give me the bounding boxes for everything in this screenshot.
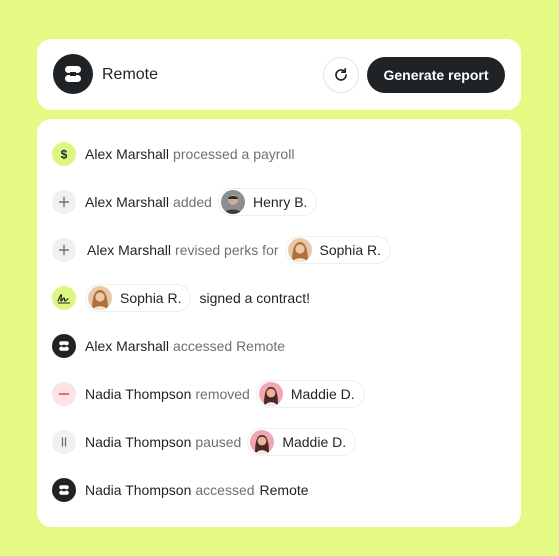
actor-name: Nadia Thompson [85,386,192,402]
activity-verb: accessed [195,482,255,498]
header-card: Remote Generate report [37,39,521,110]
activity-item: Nadia Thompson paused Maddie D. [52,428,357,456]
activity-item: Nadia Thompson removed Maddie D. [52,380,365,408]
avatar [258,382,283,406]
target-app: Remote [259,482,309,498]
activity-item: Alex Marshall revised perks for Sophia R… [52,236,391,264]
person-chip[interactable]: Sophia R. [85,284,192,312]
remote-logo-icon [52,478,76,502]
remote-logo-icon [52,334,76,358]
svg-text:$: $ [61,148,68,162]
activity-item: $ Alex Marshall processed a payroll [52,141,300,167]
actor-name: Alex Marshall [85,146,170,162]
person-name: Maddie D. [290,386,355,402]
actor-name: Alex Marshall [87,242,172,258]
app-name: Remote [102,66,159,83]
avatar [88,286,112,310]
avatar [220,190,245,214]
minus-icon [52,382,76,406]
activity-verb: accessed Remote [173,338,286,354]
activity-item: Sophia R. signed a contract! [52,284,316,312]
actor-name: Nadia Thompson [85,434,192,450]
pause-icon [52,430,76,454]
dollar-icon: $ [52,142,76,166]
person-chip[interactable]: Sophia R. [284,236,391,264]
actor-name: Alex Marshall [85,194,170,210]
activity-item: Alex Marshall added Henry B. [52,188,318,216]
plus-icon [52,190,76,214]
activity-verb: revised perks for [175,242,279,258]
actor-name: Alex Marshall [85,338,170,354]
person-name: Henry B. [252,194,308,210]
activity-item: Alex Marshall accessed Remote [52,333,291,359]
person-name: Sophia R. [319,242,381,258]
person-chip[interactable]: Maddie D. [247,428,357,456]
person-name: Sophia R. [120,290,182,306]
plus-icon [52,238,76,262]
activity-feed: $ Alex Marshall processed a payroll Alex… [37,119,521,527]
refresh-button[interactable] [323,57,359,93]
activity-verb: added [173,194,212,210]
activity-verb: paused [195,434,242,450]
activity-verb: processed a payroll [173,146,295,162]
person-name: Maddie D. [282,434,347,450]
activity-item: Nadia Thompson accessed Remote [52,477,309,503]
actor-name: Nadia Thompson [85,482,192,498]
person-chip[interactable]: Maddie D. [255,380,365,408]
activity-verb: signed a contract! [199,290,310,306]
person-chip[interactable]: Henry B. [217,188,318,216]
avatar [250,430,275,454]
refresh-icon [335,67,347,81]
activity-verb: removed [195,386,250,402]
remote-logo-icon [53,54,93,94]
signature-icon [52,286,76,310]
generate-report-button[interactable]: Generate report [367,57,505,93]
avatar [287,238,312,262]
